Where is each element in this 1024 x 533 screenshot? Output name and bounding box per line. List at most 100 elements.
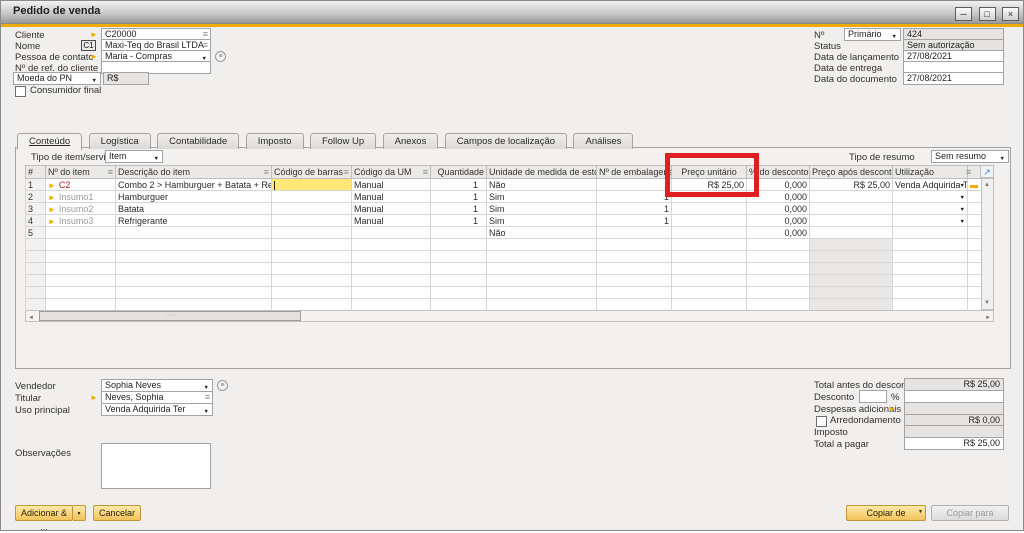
utilizacao-cell[interactable]: [893, 227, 968, 239]
observacoes-textarea[interactable]: [101, 443, 211, 489]
utilizacao-cell[interactable]: ▼Venda Adquirida Ter: [893, 179, 968, 191]
titular-link-arrow-icon[interactable]: ►: [90, 393, 98, 402]
empty-cell[interactable]: [116, 287, 272, 299]
copiar-de-arrow-icon[interactable]: ▼: [918, 505, 923, 519]
empty-cell[interactable]: [672, 287, 747, 299]
tipo-item-dropdown[interactable]: Item▼: [105, 150, 163, 163]
empty-cell[interactable]: [893, 263, 968, 275]
empty-cell[interactable]: [272, 287, 352, 299]
minimize-icon[interactable]: ─: [955, 7, 972, 21]
tipo-resumo-dropdown[interactable]: Sem resumo▼: [931, 150, 1009, 163]
col-header-estoque[interactable]: Unidade de medida de estoque: [487, 166, 597, 179]
uso-principal-dropdown[interactable]: Venda Adquirida Ter▼: [101, 403, 213, 416]
item-code-cell[interactable]: ►C2: [46, 179, 116, 191]
empty-cell[interactable]: [747, 299, 810, 311]
empty-cell[interactable]: [487, 275, 597, 287]
col-header-desc[interactable]: ≡Descrição do item: [116, 166, 272, 179]
qty-cell[interactable]: 1: [431, 191, 487, 203]
empty-cell[interactable]: [487, 239, 597, 251]
preco-cell[interactable]: [672, 191, 747, 203]
um-cell[interactable]: Manual: [352, 179, 431, 191]
consumidor-final-checkbox[interactable]: [15, 86, 26, 97]
empty-cell[interactable]: [597, 239, 672, 251]
barcode-cell[interactable]: [272, 227, 352, 239]
tab-contabilidade[interactable]: Contabilidade: [157, 133, 239, 149]
scroll-down-icon[interactable]: ▼: [984, 298, 990, 308]
empty-cell[interactable]: [46, 263, 116, 275]
expand-grid-icon[interactable]: ↗: [980, 165, 994, 178]
empty-cell[interactable]: [487, 263, 597, 275]
empty-cell[interactable]: [597, 251, 672, 263]
desconto-cell[interactable]: 0,000: [747, 227, 810, 239]
close-icon[interactable]: ×: [1002, 7, 1019, 21]
empty-cell[interactable]: [672, 299, 747, 311]
empty-cell[interactable]: [431, 287, 487, 299]
row-number[interactable]: 1: [26, 179, 46, 191]
tab-conteudo[interactable]: Conteúdo: [17, 133, 82, 150]
maximize-icon[interactable]: □: [979, 7, 996, 21]
empty-cell[interactable]: [747, 275, 810, 287]
copiar-de-button[interactable]: Copiar de▼: [846, 505, 926, 521]
desconto-cell[interactable]: 0,000: [747, 203, 810, 215]
empty-cell[interactable]: [487, 299, 597, 311]
chevron-down-icon[interactable]: ▼: [1000, 154, 1005, 163]
utilizacao-cell[interactable]: ▼: [893, 191, 968, 203]
scroll-up-icon[interactable]: ▲: [984, 180, 990, 190]
column-filter-icon[interactable]: ≡: [344, 167, 349, 177]
empty-cell[interactable]: [893, 239, 968, 251]
empty-cell[interactable]: [487, 287, 597, 299]
tab-imposto[interactable]: Imposto: [246, 133, 304, 149]
item-code-cell[interactable]: ►Insumo3: [46, 215, 116, 227]
empty-cell[interactable]: [116, 299, 272, 311]
preco-cell[interactable]: [672, 227, 747, 239]
apos-desconto-cell[interactable]: [810, 203, 893, 215]
empty-cell[interactable]: [672, 251, 747, 263]
row-number[interactable]: 4: [26, 215, 46, 227]
barcode-cell-editing[interactable]: [272, 179, 352, 191]
chevron-down-icon[interactable]: ▼: [892, 32, 897, 41]
chevron-down-icon[interactable]: ▼: [960, 207, 965, 213]
grid-settings-icon[interactable]: ≡: [966, 167, 971, 177]
item-code-cell[interactable]: ►Insumo1: [46, 191, 116, 203]
embalagens-cell[interactable]: 1: [597, 215, 672, 227]
col-header-desconto[interactable]: % do desconto: [747, 166, 810, 179]
row-number[interactable]: [26, 299, 46, 311]
empty-cell[interactable]: [272, 275, 352, 287]
empty-cell[interactable]: [116, 275, 272, 287]
embalagens-cell[interactable]: [597, 227, 672, 239]
empty-cell[interactable]: [747, 287, 810, 299]
empty-cell[interactable]: [352, 251, 431, 263]
contato-link-arrow-icon[interactable]: ►: [90, 52, 98, 61]
chevron-down-icon[interactable]: ▼: [960, 195, 965, 201]
empty-cell[interactable]: [272, 239, 352, 251]
barcode-cell[interactable]: [272, 215, 352, 227]
column-filter-icon[interactable]: ≡: [264, 167, 269, 177]
chevron-down-icon[interactable]: ▼: [154, 154, 159, 163]
utilizacao-cell[interactable]: ▼: [893, 203, 968, 215]
scrollbar-thumb[interactable]: ···: [39, 311, 301, 321]
empty-cell[interactable]: [597, 287, 672, 299]
preco-cell[interactable]: [672, 215, 747, 227]
empty-cell[interactable]: [46, 239, 116, 251]
scroll-right-icon[interactable]: ►: [985, 313, 991, 323]
col-header-num[interactable]: #: [26, 166, 46, 179]
estoque-cell[interactable]: Sim: [487, 203, 597, 215]
tab-follow-up[interactable]: Follow Up: [310, 133, 376, 149]
horizontal-scrollbar[interactable]: ◄ ··· ►: [25, 310, 994, 322]
empty-cell[interactable]: [893, 251, 968, 263]
empty-cell[interactable]: [431, 239, 487, 251]
desconto-cell[interactable]: 0,000: [747, 215, 810, 227]
apos-desconto-cell[interactable]: [810, 215, 893, 227]
apos-desconto-cell[interactable]: [810, 191, 893, 203]
empty-cell[interactable]: [893, 287, 968, 299]
link-arrow-icon[interactable]: ►: [48, 181, 56, 190]
embalagens-cell[interactable]: 1: [597, 203, 672, 215]
adicionar-button[interactable]: Adicionar & ...: [15, 505, 73, 521]
vertical-scrollbar[interactable]: ▲ ▼: [981, 178, 994, 310]
um-cell[interactable]: Manual: [352, 191, 431, 203]
empty-cell[interactable]: [487, 251, 597, 263]
desconto-pct-input[interactable]: [859, 390, 887, 403]
arredondamento-checkbox[interactable]: [816, 416, 827, 427]
estoque-cell[interactable]: Não: [487, 227, 597, 239]
item-code-cell[interactable]: ►Insumo2: [46, 203, 116, 215]
